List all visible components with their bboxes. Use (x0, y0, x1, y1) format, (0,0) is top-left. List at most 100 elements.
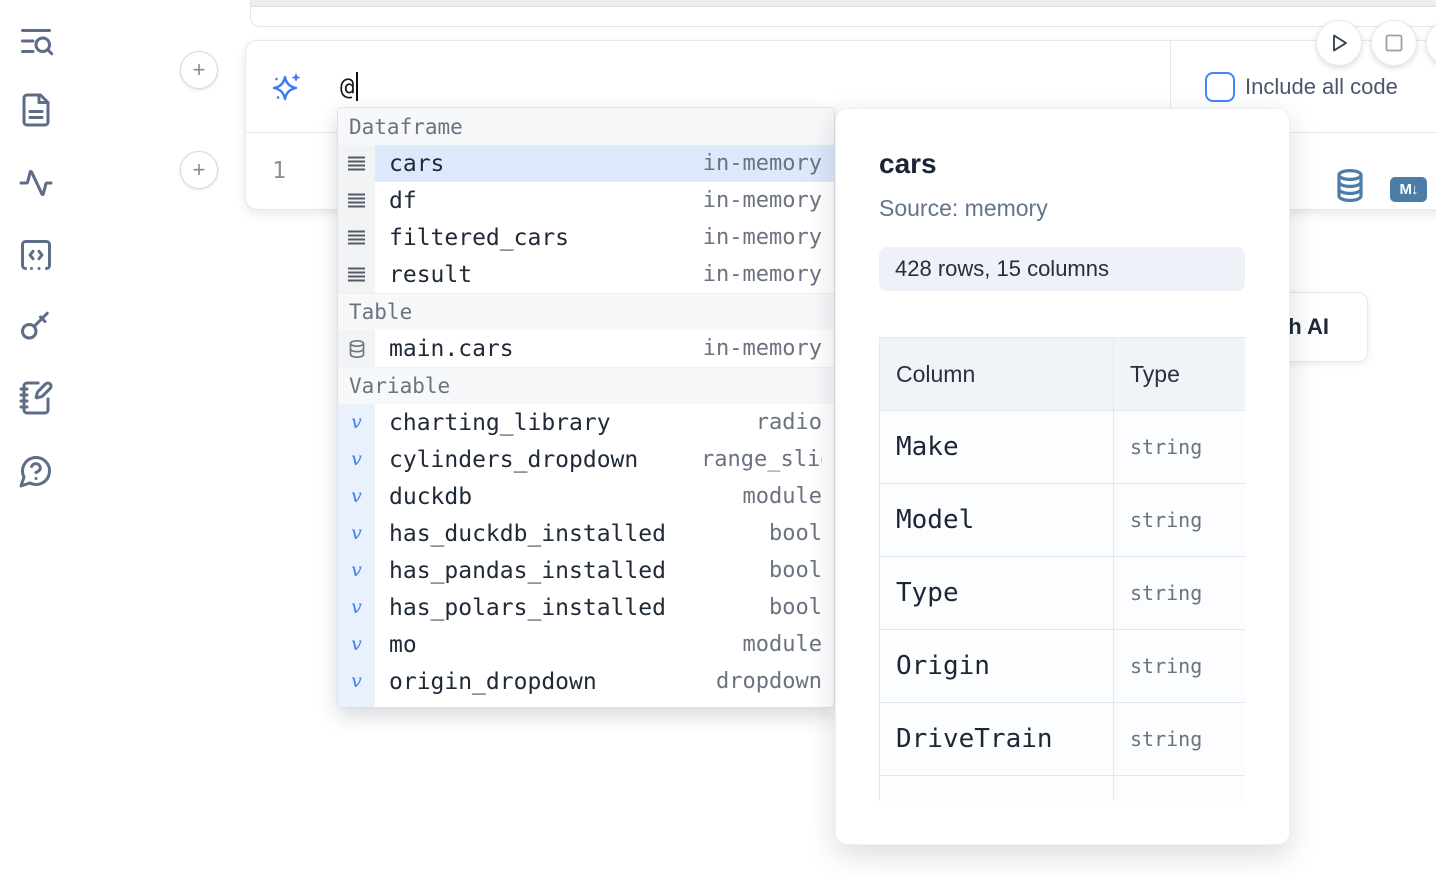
schema-column-name (880, 776, 1114, 802)
autocomplete-item-type: in-memory (703, 188, 822, 213)
autocomplete-item-label: charting_library (389, 410, 611, 436)
autocomplete-row[interactable]: v charting_library radio (338, 404, 834, 441)
autocomplete-item-type: dropdown (716, 669, 822, 694)
autocomplete-row-gutter: v (338, 663, 375, 700)
autocomplete-item-type: in-memory (703, 336, 822, 361)
schema-table-row: Makestring (880, 411, 1246, 484)
autocomplete-row[interactable]: result in-memory (338, 256, 834, 293)
help-chat-icon[interactable] (18, 453, 54, 489)
autocomplete-item-type: bool (769, 595, 822, 620)
convert-to-markdown-button[interactable]: M↓ (1390, 177, 1427, 202)
play-icon (1327, 31, 1351, 55)
autocomplete-item-label: result (389, 262, 472, 288)
schema-column-type: string (1114, 703, 1246, 776)
autocomplete-row[interactable]: v cylinders_dropdown range_slider (338, 441, 834, 478)
autocomplete-row-main: carsin-memory (375, 145, 834, 182)
toc-search-icon[interactable] (18, 23, 54, 59)
autocomplete-row-main: has_duckdb_installedbool (375, 515, 834, 552)
autocomplete-row[interactable]: vhas_pandas_installedbool (338, 552, 834, 589)
autocomplete-row[interactable]: vpandasmodule (338, 700, 834, 708)
autocomplete-row-gutter (338, 145, 375, 182)
include-all-code-checkbox[interactable] (1205, 72, 1235, 102)
schema-column-type: string (1114, 557, 1246, 630)
autocomplete-row-gutter: v (338, 441, 375, 478)
key-icon[interactable] (18, 308, 54, 344)
column-header: Column (880, 338, 1114, 411)
file-text-icon[interactable] (18, 92, 54, 128)
autocomplete-row[interactable]: filtered_carsin-memory (338, 219, 834, 256)
autocomplete-item-type: in-memory (703, 262, 822, 287)
run-cell-button[interactable] (1316, 20, 1362, 66)
stop-button[interactable] (1371, 20, 1417, 66)
autocomplete-row-gutter: v (338, 589, 375, 626)
text-cursor (356, 72, 358, 101)
autocomplete-row[interactable]: v has_duckdb_installedbool (338, 515, 834, 552)
autocomplete-item-type: bool (769, 521, 822, 546)
previous-cell-output-edge (251, 0, 1436, 7)
snippets-code-icon[interactable] (18, 237, 54, 273)
dataframe-icon (348, 156, 365, 171)
autocomplete-row-gutter: v (338, 515, 375, 552)
convert-to-sql-button[interactable] (1336, 168, 1364, 204)
add-cell-below-button[interactable]: + (180, 151, 218, 189)
ai-prompt-input[interactable]: @ (340, 72, 358, 101)
autocomplete-row-main: filtered_carsin-memory (375, 219, 834, 256)
autocomplete-list: Dataframecarsin-memorydfin-memoryfiltere… (338, 108, 834, 708)
autocomplete-item-label: origin_dropdown (389, 669, 597, 695)
autocomplete-row-gutter (338, 256, 375, 293)
schema-column-type: string (1114, 630, 1246, 703)
autocomplete-row-gutter (338, 182, 375, 219)
autocomplete-row-main: has_polars_installedbool (375, 589, 834, 626)
schema-column-name: Model (880, 484, 1114, 557)
schema-column-type: string (1114, 484, 1246, 557)
schema-table-row: Originstring (880, 630, 1246, 703)
schema-table-row: Typestring (880, 557, 1246, 630)
schema-column-name: DriveTrain (880, 703, 1114, 776)
autocomplete-row[interactable]: vhas_polars_installedbool (338, 589, 834, 626)
autocomplete-row-gutter: v (338, 626, 375, 663)
variable-icon: v (351, 672, 362, 691)
autocomplete-dropdown: Dataframecarsin-memorydfin-memoryfiltere… (337, 107, 835, 708)
autocomplete-row-gutter: v (338, 404, 375, 441)
autocomplete-item-type: radio (756, 410, 822, 435)
prompt-value: @ (340, 73, 354, 101)
dataframe-icon (348, 193, 365, 208)
autocomplete-row-main: charting_library radio (375, 404, 834, 441)
autocomplete-item-label: duckdb (389, 484, 472, 510)
autocomplete-row[interactable]: df in-memory (338, 182, 834, 219)
popup-source: Source: memory (879, 195, 1245, 221)
schema-table-row: DriveTrainstring (880, 703, 1246, 776)
popup-shape-badge: 428 rows, 15 columns (879, 247, 1245, 291)
autocomplete-item-label: mo (389, 632, 417, 658)
autocomplete-section-header: Variable (338, 367, 834, 404)
autocomplete-row[interactable]: v duckdb module (338, 478, 834, 515)
autocomplete-item-label: cars (389, 151, 444, 177)
autocomplete-row[interactable]: main.carsin-memory (338, 330, 834, 367)
autocomplete-section-header: Dataframe (338, 108, 834, 145)
autocomplete-item-type: range_slider (701, 447, 822, 472)
variable-icon: v (351, 524, 362, 543)
autocomplete-row[interactable]: v origin_dropdown dropdown (338, 663, 834, 700)
dataframe-detail-popup: cars Source: memory 428 rows, 15 columns… (835, 108, 1290, 845)
dataframe-icon (348, 267, 365, 282)
autocomplete-item-type: module (743, 484, 822, 509)
autocomplete-row-gutter: v (338, 478, 375, 515)
ai-sparkles-icon (271, 71, 303, 103)
autocomplete-row-gutter: v (338, 700, 375, 708)
scratchpad-pen-icon[interactable] (18, 380, 54, 416)
autocomplete-row[interactable]: vmomodule (338, 626, 834, 663)
stop-square-icon (1382, 31, 1406, 55)
autocomplete-item-label: df (389, 188, 417, 214)
type-header: Type (1114, 338, 1246, 411)
autocomplete-row-main: df in-memory (375, 182, 834, 219)
add-cell-above-button[interactable]: + (180, 51, 218, 89)
section-label: Variable (349, 374, 450, 398)
previous-cell-bottom (250, 0, 1436, 27)
autocomplete-row-gutter (338, 330, 375, 367)
dataframe-icon (348, 230, 365, 245)
autocomplete-item-label: cylinders_dropdown (389, 447, 638, 473)
activity-icon[interactable] (18, 165, 54, 201)
autocomplete-item-label: pandas (389, 706, 472, 709)
autocomplete-row[interactable]: carsin-memory (338, 145, 834, 182)
variable-icon: v (351, 487, 362, 506)
